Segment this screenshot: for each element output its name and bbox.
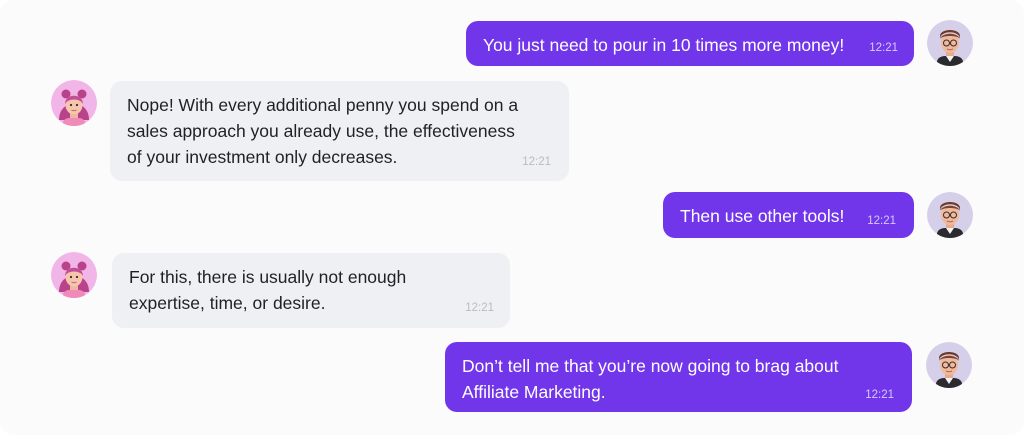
outgoing-message-bubble: Then use other tools! 12:21 [663, 192, 914, 238]
message-time: 12:21 [865, 389, 894, 401]
man-avatar-icon [926, 342, 972, 388]
message-time: 12:21 [465, 302, 494, 314]
man-avatar-icon [927, 192, 973, 238]
outgoing-message-bubble: You just need to pour in 10 times more m… [466, 21, 914, 66]
man-avatar-icon [927, 20, 973, 66]
incoming-message-bubble: For this, there is usually not enough ex… [112, 253, 510, 328]
message-text: Nope! With every additional penny you sp… [127, 95, 519, 167]
outgoing-message-bubble: Don’t tell me that you’re now going to b… [445, 342, 912, 412]
message-text: For this, there is usually not enough ex… [129, 267, 407, 313]
message-time: 12:21 [522, 156, 551, 168]
message-text: Then use other tools! [680, 206, 845, 226]
message-time: 12:21 [869, 42, 898, 54]
woman-avatar-icon [51, 80, 97, 126]
message-time: 12:21 [867, 215, 896, 227]
incoming-message-bubble: Nope! With every additional penny you sp… [110, 81, 569, 181]
woman-avatar-icon [51, 252, 97, 298]
chat-canvas: You just need to pour in 10 times more m… [0, 0, 1024, 435]
message-text: Don’t tell me that you’re now going to b… [462, 356, 839, 402]
message-text: You just need to pour in 10 times more m… [483, 35, 845, 55]
